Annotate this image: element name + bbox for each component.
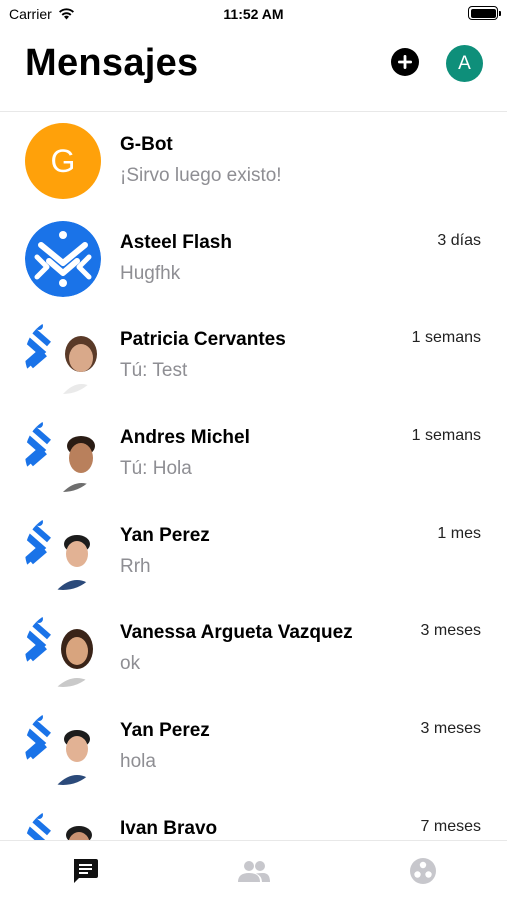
message-time: 3 meses [420,622,481,640]
message-time: 3 días [437,231,481,249]
asteel-logo-icon [25,220,101,297]
tab-messages[interactable] [0,841,169,900]
chat-icon [73,859,98,883]
contact-name: Yan Perez [120,524,210,546]
contact-name: Patricia Cervantes [120,329,286,351]
message-preview: hola [120,751,156,773]
user-photo-icon [25,513,101,590]
contact-name: Andres Michel [120,427,250,449]
avatar [25,513,101,590]
message-time: 1 semans [411,427,481,445]
message-preview: Hugfhk [120,262,181,284]
contact-name: Yan Perez [120,720,210,742]
user-photo-icon [25,806,101,840]
tab-contacts[interactable] [169,841,338,900]
profile-avatar-button[interactable]: A [446,45,483,82]
user-photo-icon [25,416,101,493]
header: Mensajes A [0,28,507,112]
conversation-row[interactable]: Yan Perez Rrh 1 mes [0,503,507,601]
avatar [25,318,101,395]
status-bar: Carrier 11:52 AM [0,0,507,28]
avatar [25,220,101,297]
avatar [25,416,101,493]
message-time: 1 mes [437,524,481,542]
conversation-row[interactable]: Vanessa Argueta Vazquez ok 3 meses [0,600,507,698]
plus-icon [398,55,412,69]
avatar [25,709,101,786]
tab-bar [0,840,507,900]
message-time: 3 meses [420,720,481,738]
community-icon [409,858,436,884]
contact-name: Ivan Bravo [120,817,218,839]
conversation-row[interactable]: G G-Bot ¡Sirvo luego existo! [0,112,507,210]
avatar: G [25,123,101,199]
message-time: 7 meses [420,817,481,835]
contact-name: G-Bot [120,134,173,155]
conversation-row[interactable]: Ivan Bravo 7 meses [0,796,507,840]
people-icon [237,861,270,882]
conversation-row[interactable]: Yan Perez hola 3 meses [0,698,507,796]
status-time: 11:52 AM [223,6,284,22]
contact-name: Asteel Flash [120,231,232,253]
message-preview: ¡Sirvo luego existo! [120,165,282,186]
conversation-row[interactable]: Patricia Cervantes Tú: Test 1 semans [0,307,507,405]
message-preview: Rrh [120,555,151,577]
conversation-list[interactable]: G G-Bot ¡Sirvo luego existo! Asteel Flas… [0,112,507,840]
conversation-row[interactable]: Andres Michel Tú: Hola 1 semans [0,405,507,503]
message-preview: ok [120,653,141,675]
message-preview: Tú: Hola [120,458,192,480]
page-title: Mensajes [25,42,199,84]
user-photo-icon [25,611,101,688]
user-photo-icon [25,709,101,786]
conversation-row[interactable]: Asteel Flash Hugfhk 3 días [0,210,507,308]
user-photo-icon [25,318,101,395]
avatar [25,806,101,840]
battery-icon [468,6,501,20]
new-message-button[interactable] [391,48,419,76]
tab-community[interactable] [338,841,507,900]
message-preview: Tú: Test [120,360,188,382]
avatar [25,611,101,688]
contact-name: Vanessa Argueta Vazquez [120,622,353,644]
message-time: 1 semans [411,329,481,347]
